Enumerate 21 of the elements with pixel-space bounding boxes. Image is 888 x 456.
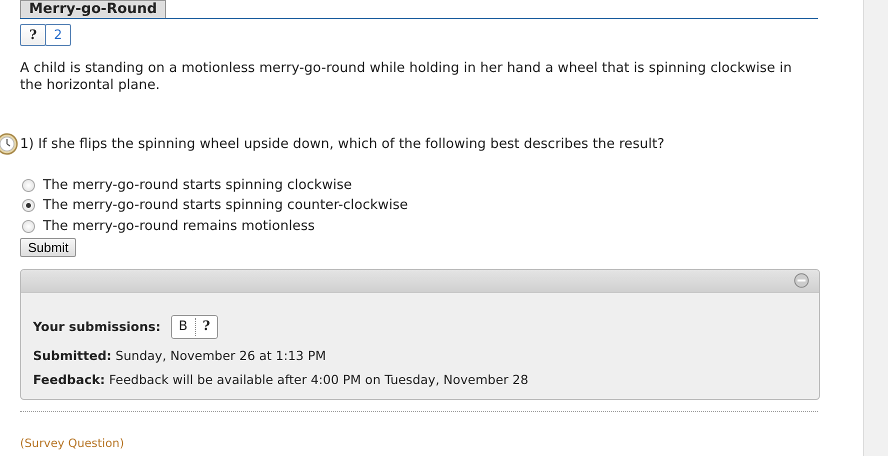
question-type-label: (Survey Question) [20, 436, 126, 450]
submitted-label: Submitted: [33, 346, 112, 364]
help-button[interactable]: ? [194, 318, 218, 336]
option-label: The merry-go-round remains motionless [43, 218, 315, 235]
problem-text: A child is standing on a motionless merry-go-round while holding in her hand a wheel that is spinning clockwise in the horizontal plane. [20, 60, 793, 94]
clock-icon [0, 133, 18, 155]
radio-button[interactable] [22, 220, 35, 233]
question-link[interactable]: 2 [45, 24, 71, 46]
option-label: The merry-go-round starts spinning counter-clockwise [43, 197, 408, 214]
option-label: The merry-go-round starts spinning clockwise [43, 176, 352, 194]
submit-button[interactable]: Submit [20, 238, 76, 256]
help-button[interactable]: ? [20, 24, 46, 46]
answer-button[interactable]: B [172, 318, 195, 336]
feedback-value: Feedback will be available after 4:00 PM on Tuesday, November 28 [109, 370, 528, 388]
feedback-label: Feedback: [33, 370, 106, 388]
submissions-label: Your submissions: [33, 318, 161, 336]
question-text: 1) If she flips the spinning wheel upside down, which of the following best describes the result? [20, 136, 664, 152]
radio-button[interactable] [22, 178, 35, 192]
radio-button[interactable] [22, 199, 35, 212]
submitted-value: Sunday, November 26 at 1:13 PM [116, 346, 326, 364]
collapse-icon[interactable] [794, 273, 809, 288]
